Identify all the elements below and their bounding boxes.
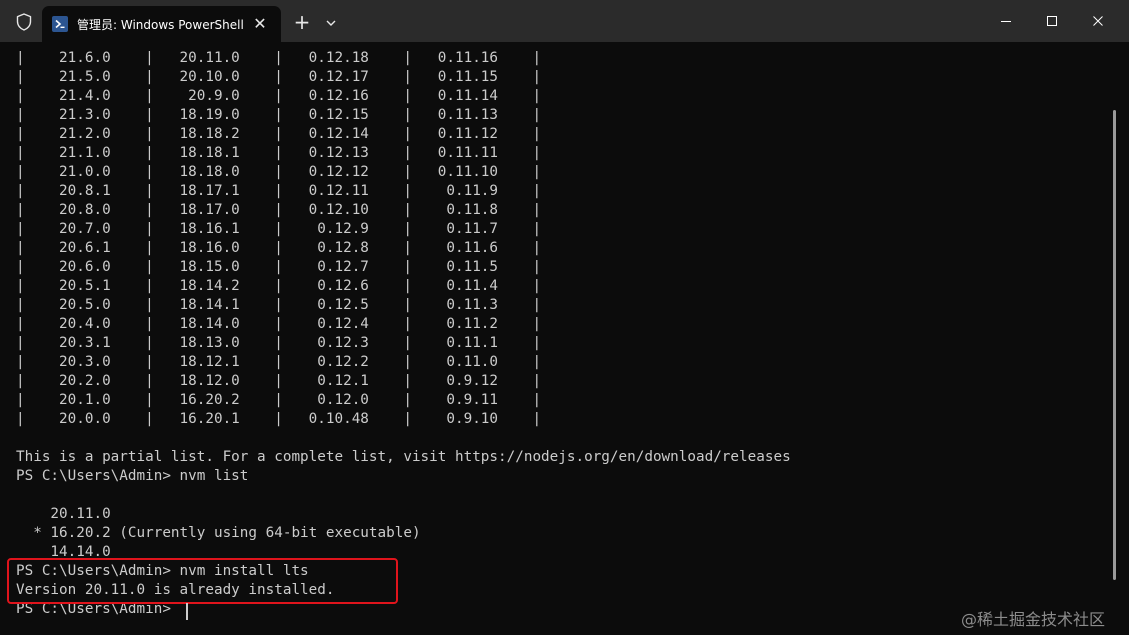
watermark: @稀土掘金技术社区 <box>961 610 1106 629</box>
chevron-down-icon[interactable] <box>320 12 342 34</box>
terminal-line: | 21.5.0 | 20.10.0 | 0.12.17 | 0.11.15 | <box>16 69 542 85</box>
terminal-line: * 16.20.2 (Currently using 64-bit execut… <box>16 525 421 541</box>
terminal-line: | 21.6.0 | 20.11.0 | 0.12.18 | 0.11.16 | <box>16 50 542 66</box>
terminal-line: | 20.5.0 | 18.14.1 | 0.12.5 | 0.11.3 | <box>16 297 542 313</box>
terminal-line: | 20.6.1 | 18.16.0 | 0.12.8 | 0.11.6 | <box>16 240 542 256</box>
terminal-line: | 20.8.0 | 18.17.0 | 0.12.10 | 0.11.8 | <box>16 202 542 218</box>
terminal-output[interactable]: | 21.6.0 | 20.11.0 | 0.12.18 | 0.11.16 |… <box>0 42 1129 635</box>
minimize-button[interactable] <box>983 0 1029 42</box>
title-bar[interactable]: 管理员: Windows PowerShell ✕ + <box>0 0 1129 42</box>
terminal-line: | 20.3.0 | 18.12.1 | 0.12.2 | 0.11.0 | <box>16 354 542 370</box>
terminal-line: | 20.7.0 | 18.16.1 | 0.12.9 | 0.11.7 | <box>16 221 542 237</box>
new-tab-button[interactable]: + <box>290 10 314 34</box>
terminal-window: 管理员: Windows PowerShell ✕ + | 21.6.0 | 2… <box>0 0 1129 635</box>
terminal-line: | 21.3.0 | 18.19.0 | 0.12.15 | 0.11.13 | <box>16 107 542 123</box>
terminal-line: | 21.1.0 | 18.18.1 | 0.12.13 | 0.11.11 | <box>16 145 542 161</box>
maximize-button[interactable] <box>1029 0 1075 42</box>
terminal-line: | 21.2.0 | 18.18.2 | 0.12.14 | 0.11.12 | <box>16 126 542 142</box>
terminal-line: | 20.8.1 | 18.17.1 | 0.12.11 | 0.11.9 | <box>16 183 542 199</box>
terminal-line: 20.11.0 <box>16 506 111 522</box>
close-icon <box>1093 16 1103 26</box>
terminal-line: | 20.6.0 | 18.15.0 | 0.12.7 | 0.11.5 | <box>16 259 542 275</box>
terminal-line: | 20.5.1 | 18.14.2 | 0.12.6 | 0.11.4 | <box>16 278 542 294</box>
terminal-line: This is a partial list. For a complete l… <box>16 449 791 465</box>
terminal-line: | 20.4.0 | 18.14.0 | 0.12.4 | 0.11.2 | <box>16 316 542 332</box>
close-button[interactable] <box>1075 0 1121 42</box>
maximize-icon <box>1047 16 1057 26</box>
text-cursor <box>186 603 188 620</box>
scrollbar[interactable] <box>1113 110 1116 580</box>
tab-powershell[interactable]: 管理员: Windows PowerShell ✕ <box>42 6 281 42</box>
terminal-line: | 20.2.0 | 18.12.0 | 0.12.1 | 0.9.12 | <box>16 373 542 389</box>
powershell-icon <box>52 16 68 32</box>
tab-title: 管理员: Windows PowerShell <box>77 18 244 32</box>
minimize-icon <box>1001 21 1011 22</box>
shield-icon <box>14 12 34 32</box>
terminal-line: | 20.3.1 | 18.13.0 | 0.12.3 | 0.11.1 | <box>16 335 542 351</box>
terminal-line: | 20.0.0 | 16.20.1 | 0.10.48 | 0.9.10 | <box>16 411 542 427</box>
terminal-line: | 21.4.0 | 20.9.0 | 0.12.16 | 0.11.14 | <box>16 88 542 104</box>
terminal-line: | 21.0.0 | 18.18.0 | 0.12.12 | 0.11.10 | <box>16 164 542 180</box>
terminal-line: | 20.1.0 | 16.20.2 | 0.12.0 | 0.9.11 | <box>16 392 542 408</box>
highlight-annotation <box>7 558 398 604</box>
tab-close-icon[interactable]: ✕ <box>248 12 272 36</box>
terminal-line: PS C:\Users\Admin> nvm list <box>16 468 249 484</box>
